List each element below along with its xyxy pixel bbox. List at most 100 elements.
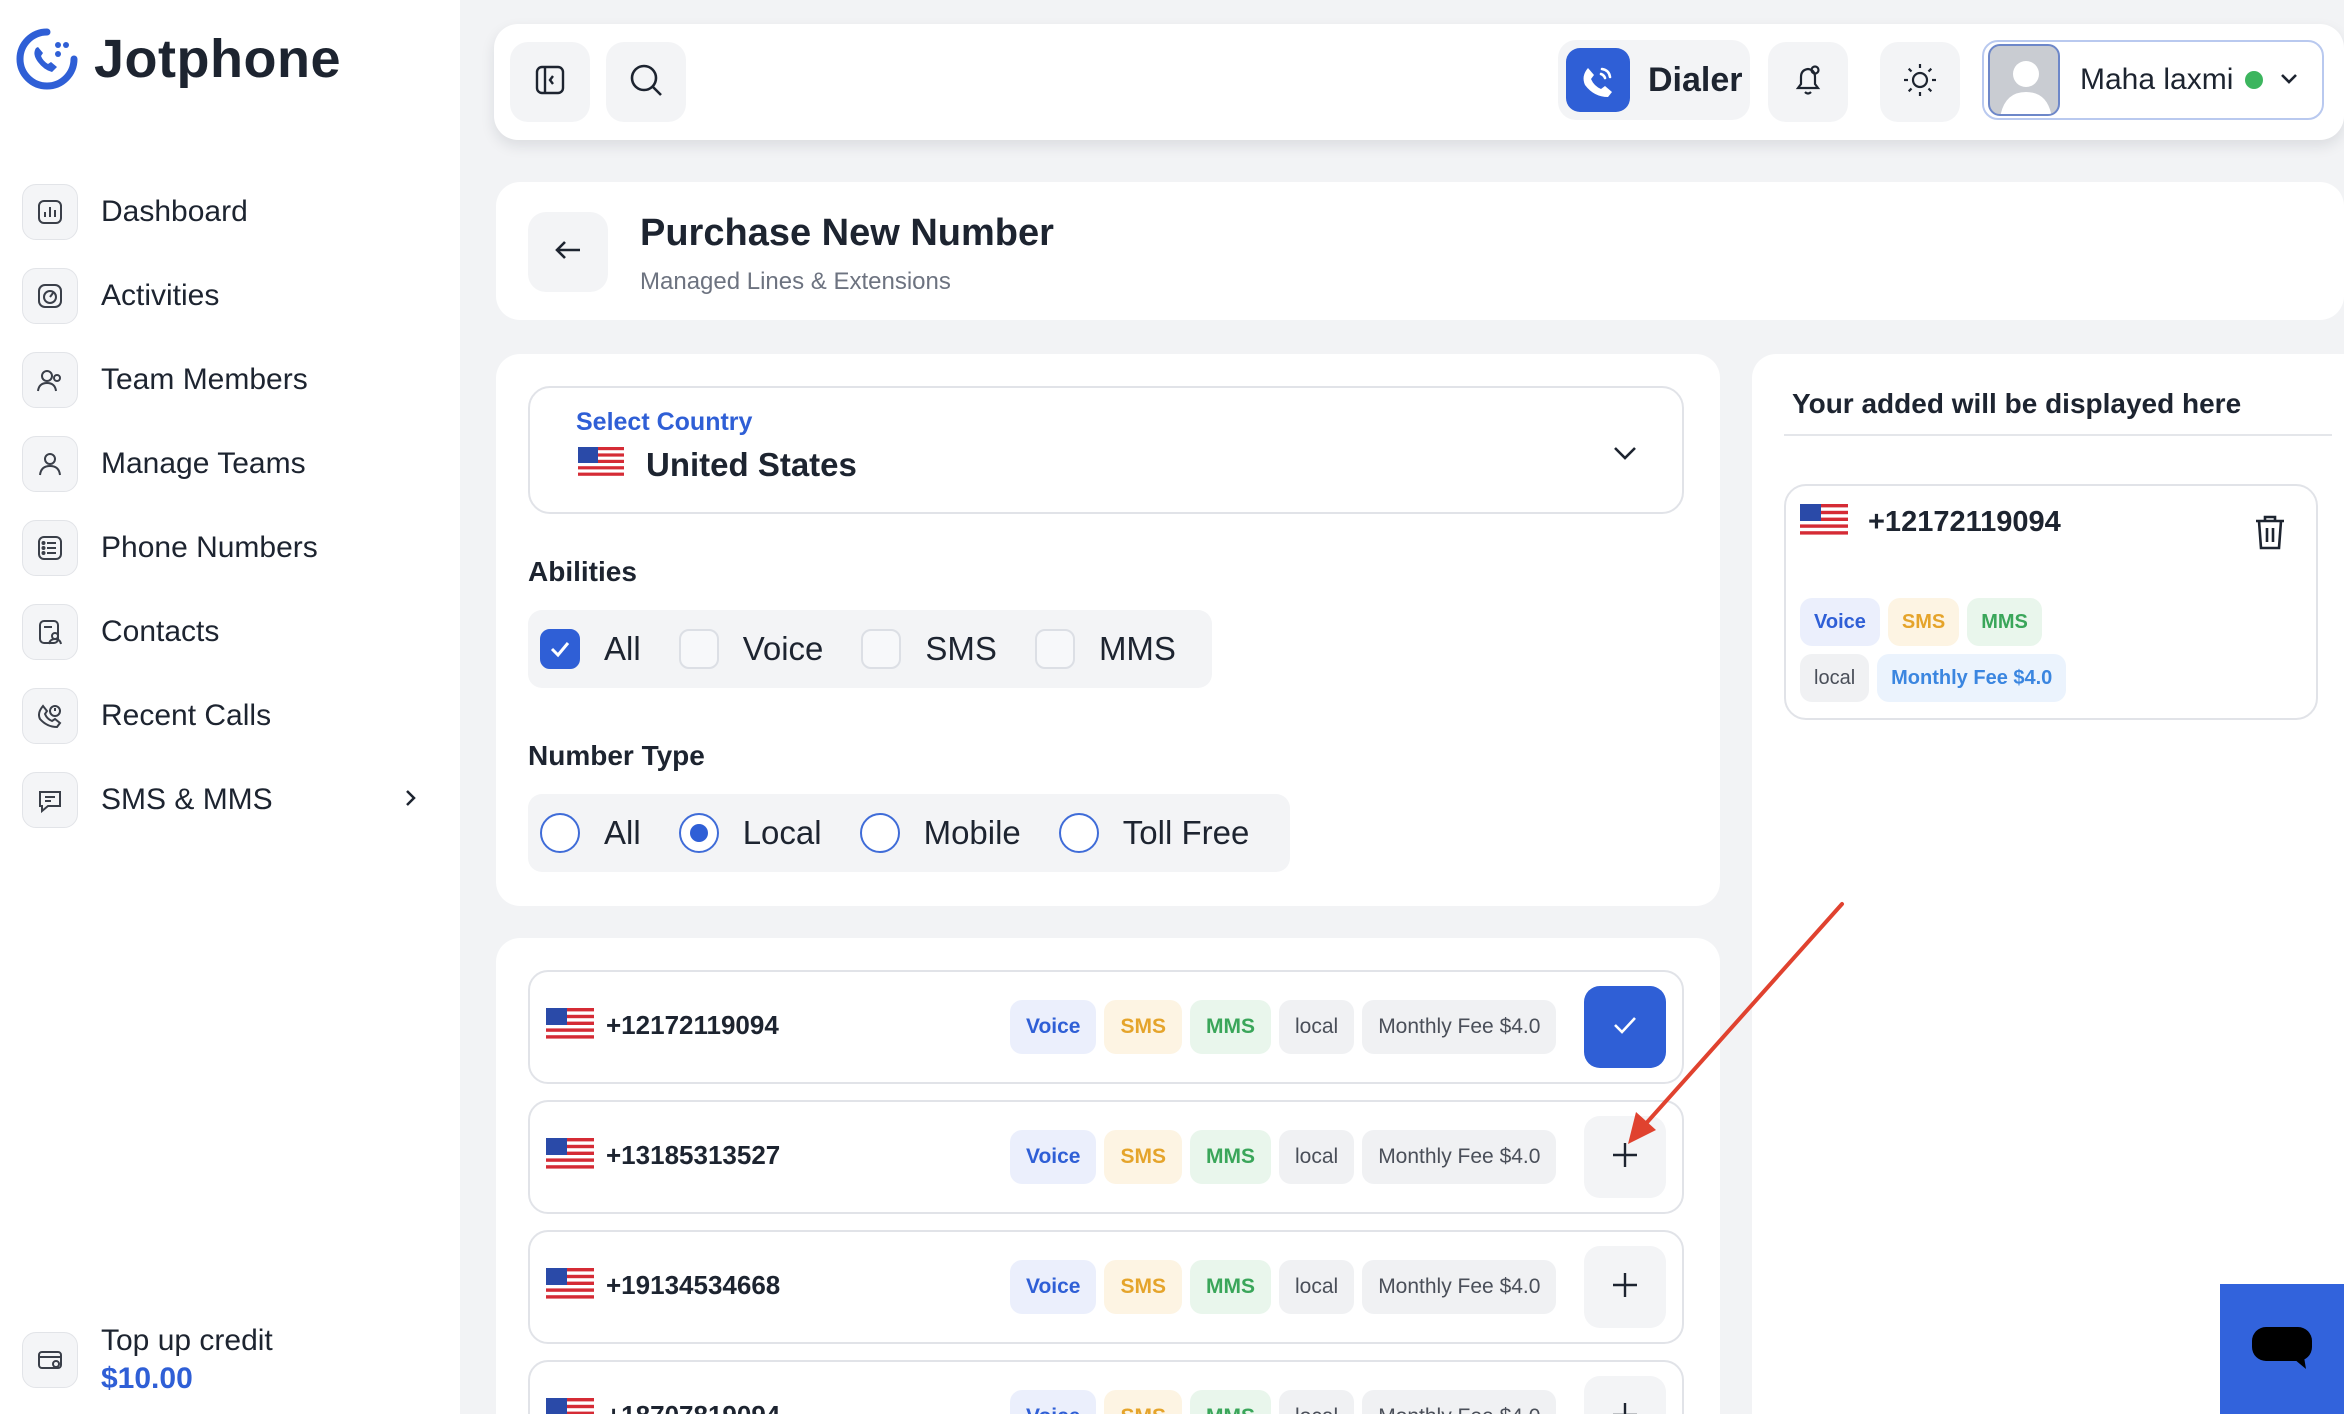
chevron-down-icon — [2277, 66, 2301, 95]
sidebar-item-contacts[interactable]: Contacts — [22, 590, 422, 674]
sidebar-item-label: Manage Teams — [101, 447, 306, 480]
notifications-button[interactable] — [1768, 42, 1848, 122]
phone-number: +12172119094 — [606, 1010, 779, 1040]
add-number-button[interactable] — [1584, 1116, 1666, 1198]
type-local-label: Local — [742, 814, 822, 851]
user-profile-menu[interactable]: Maha laxmi — [1982, 40, 2324, 120]
tag-mms: MMS — [1189, 1130, 1271, 1184]
tag-mms: MMS — [1189, 1390, 1271, 1414]
collapse-sidebar-button[interactable] — [510, 42, 590, 122]
tag-voice: Voice — [1010, 1390, 1097, 1414]
back-button[interactable] — [528, 212, 608, 292]
abilities-heading: Abilities — [528, 556, 637, 587]
dialer-button[interactable]: Dialer — [1558, 40, 1750, 120]
number-type-heading: Number Type — [528, 740, 705, 771]
topup-value: $10.00 — [101, 1362, 193, 1395]
number-tags: Voice SMS MMS local Monthly Fee $4.0 — [1010, 1000, 1557, 1054]
type-tollfree-radio[interactable] — [1058, 813, 1099, 853]
phone-number: +13185313527 — [606, 1140, 781, 1170]
type-mobile-radio[interactable] — [859, 813, 900, 853]
add-number-button[interactable] — [1584, 1376, 1666, 1414]
sidebar-nav: Dashboard Activities Team Members Manage… — [22, 170, 422, 842]
arrow-left-icon — [551, 233, 585, 272]
sidebar-item-activities[interactable]: Activities — [22, 254, 422, 338]
country-select-value: United States — [578, 446, 857, 484]
chevron-down-icon — [1608, 436, 1642, 475]
sidebar-item-phone-numbers[interactable]: Phone Numbers — [22, 506, 422, 590]
theme-toggle-button[interactable] — [1880, 42, 1960, 122]
added-number-tags-secondary: local Monthly Fee $4.0 — [1800, 654, 2067, 702]
added-check-button[interactable] — [1584, 986, 1666, 1068]
number-tags: Voice SMS MMS local Monthly Fee $4.0 — [1010, 1260, 1557, 1314]
number-tags: Voice SMS MMS local Monthly Fee $4.0 — [1010, 1390, 1557, 1414]
ability-sms-label: SMS — [925, 630, 997, 667]
ability-voice-checkbox[interactable] — [678, 629, 719, 669]
plus-icon — [1608, 1268, 1642, 1307]
type-local-radio[interactable] — [678, 813, 719, 853]
type-all-radio[interactable] — [540, 813, 580, 853]
page-title: Purchase New Number — [640, 212, 1054, 254]
table-row: +13185313527 Voice SMS MMS local Monthly… — [528, 1100, 1684, 1214]
app-name: Jotphone — [94, 29, 341, 89]
phone-icon — [1566, 48, 1630, 112]
online-status-dot — [2245, 71, 2264, 89]
add-number-button[interactable] — [1584, 1246, 1666, 1328]
tag-sms: SMS — [1104, 1000, 1182, 1054]
topup-credit[interactable]: Top up credit $10.00 — [22, 1322, 273, 1398]
phone-numbers-icon — [22, 520, 78, 576]
us-flag-icon — [546, 1268, 594, 1307]
sidebar-item-label: Phone Numbers — [101, 531, 318, 564]
bell-icon — [1789, 61, 1827, 104]
us-flag-icon — [546, 1138, 594, 1177]
number-tags: Voice SMS MMS local Monthly Fee $4.0 — [1010, 1130, 1557, 1184]
chat-widget-button[interactable] — [2220, 1284, 2344, 1414]
added-phone-number: +12172119094 — [1868, 506, 2061, 538]
chevron-right-icon[interactable] — [398, 786, 422, 815]
tag-sms: SMS — [1104, 1390, 1182, 1414]
tag-local: local — [1278, 1130, 1355, 1184]
added-numbers-panel: Your added will be displayed here +12172… — [1752, 354, 2344, 1414]
us-flag-icon — [1800, 504, 1848, 543]
sidebar-item-recent-calls[interactable]: Recent Calls — [22, 674, 422, 758]
divider — [1784, 434, 2332, 436]
chat-bubble-icon — [2250, 1323, 2314, 1376]
tag-local: local — [1278, 1000, 1355, 1054]
sidebar-item-sms-mms[interactable]: SMS & MMS — [22, 758, 422, 842]
sidebar-item-dashboard[interactable]: Dashboard — [22, 170, 422, 254]
sidebar-item-team-members[interactable]: Team Members — [22, 338, 422, 422]
sun-icon — [1900, 60, 1940, 105]
table-row: +12172119094 Voice SMS MMS local Monthly… — [528, 970, 1684, 1084]
phone-number: +19134534668 — [606, 1270, 781, 1300]
tag-voice: Voice — [1800, 598, 1880, 646]
tag-sms: SMS — [1104, 1260, 1182, 1314]
tag-monthly-fee: Monthly Fee $4.0 — [1362, 1000, 1557, 1054]
sidebar-item-manage-teams[interactable]: Manage Teams — [22, 422, 422, 506]
added-numbers-title: Your added will be displayed here — [1792, 388, 2242, 419]
app-logo[interactable]: Jotphone — [14, 26, 341, 92]
activities-icon — [22, 268, 78, 324]
recent-calls-icon — [22, 688, 78, 744]
search-icon — [627, 61, 665, 104]
ability-mms-checkbox[interactable] — [1034, 629, 1075, 669]
radio-selected-dot — [689, 824, 708, 842]
tag-voice: Voice — [1010, 1130, 1097, 1184]
manage-teams-icon — [22, 436, 78, 492]
sidebar-item-label: Team Members — [101, 363, 308, 396]
search-button[interactable] — [606, 42, 686, 122]
country-select[interactable]: Select Country United States — [528, 386, 1684, 514]
sms-icon — [22, 772, 78, 828]
plus-icon — [1608, 1398, 1642, 1414]
trash-icon[interactable] — [2252, 512, 2288, 557]
abilities-options: All Voice SMS MMS — [528, 610, 1212, 688]
jotphone-logo-icon — [14, 26, 80, 92]
tag-voice: Voice — [1010, 1260, 1097, 1314]
tag-voice: Voice — [1010, 1000, 1097, 1054]
tag-mms: MMS — [1967, 598, 2042, 646]
country-name: United States — [646, 446, 857, 483]
us-flag-icon — [546, 1398, 594, 1414]
tag-monthly-fee: Monthly Fee $4.0 — [1877, 654, 2067, 702]
ability-all-checkbox[interactable] — [540, 629, 580, 669]
user-name: Maha laxmi — [2080, 63, 2234, 96]
ability-sms-checkbox[interactable] — [861, 629, 902, 669]
team-members-icon — [22, 352, 78, 408]
